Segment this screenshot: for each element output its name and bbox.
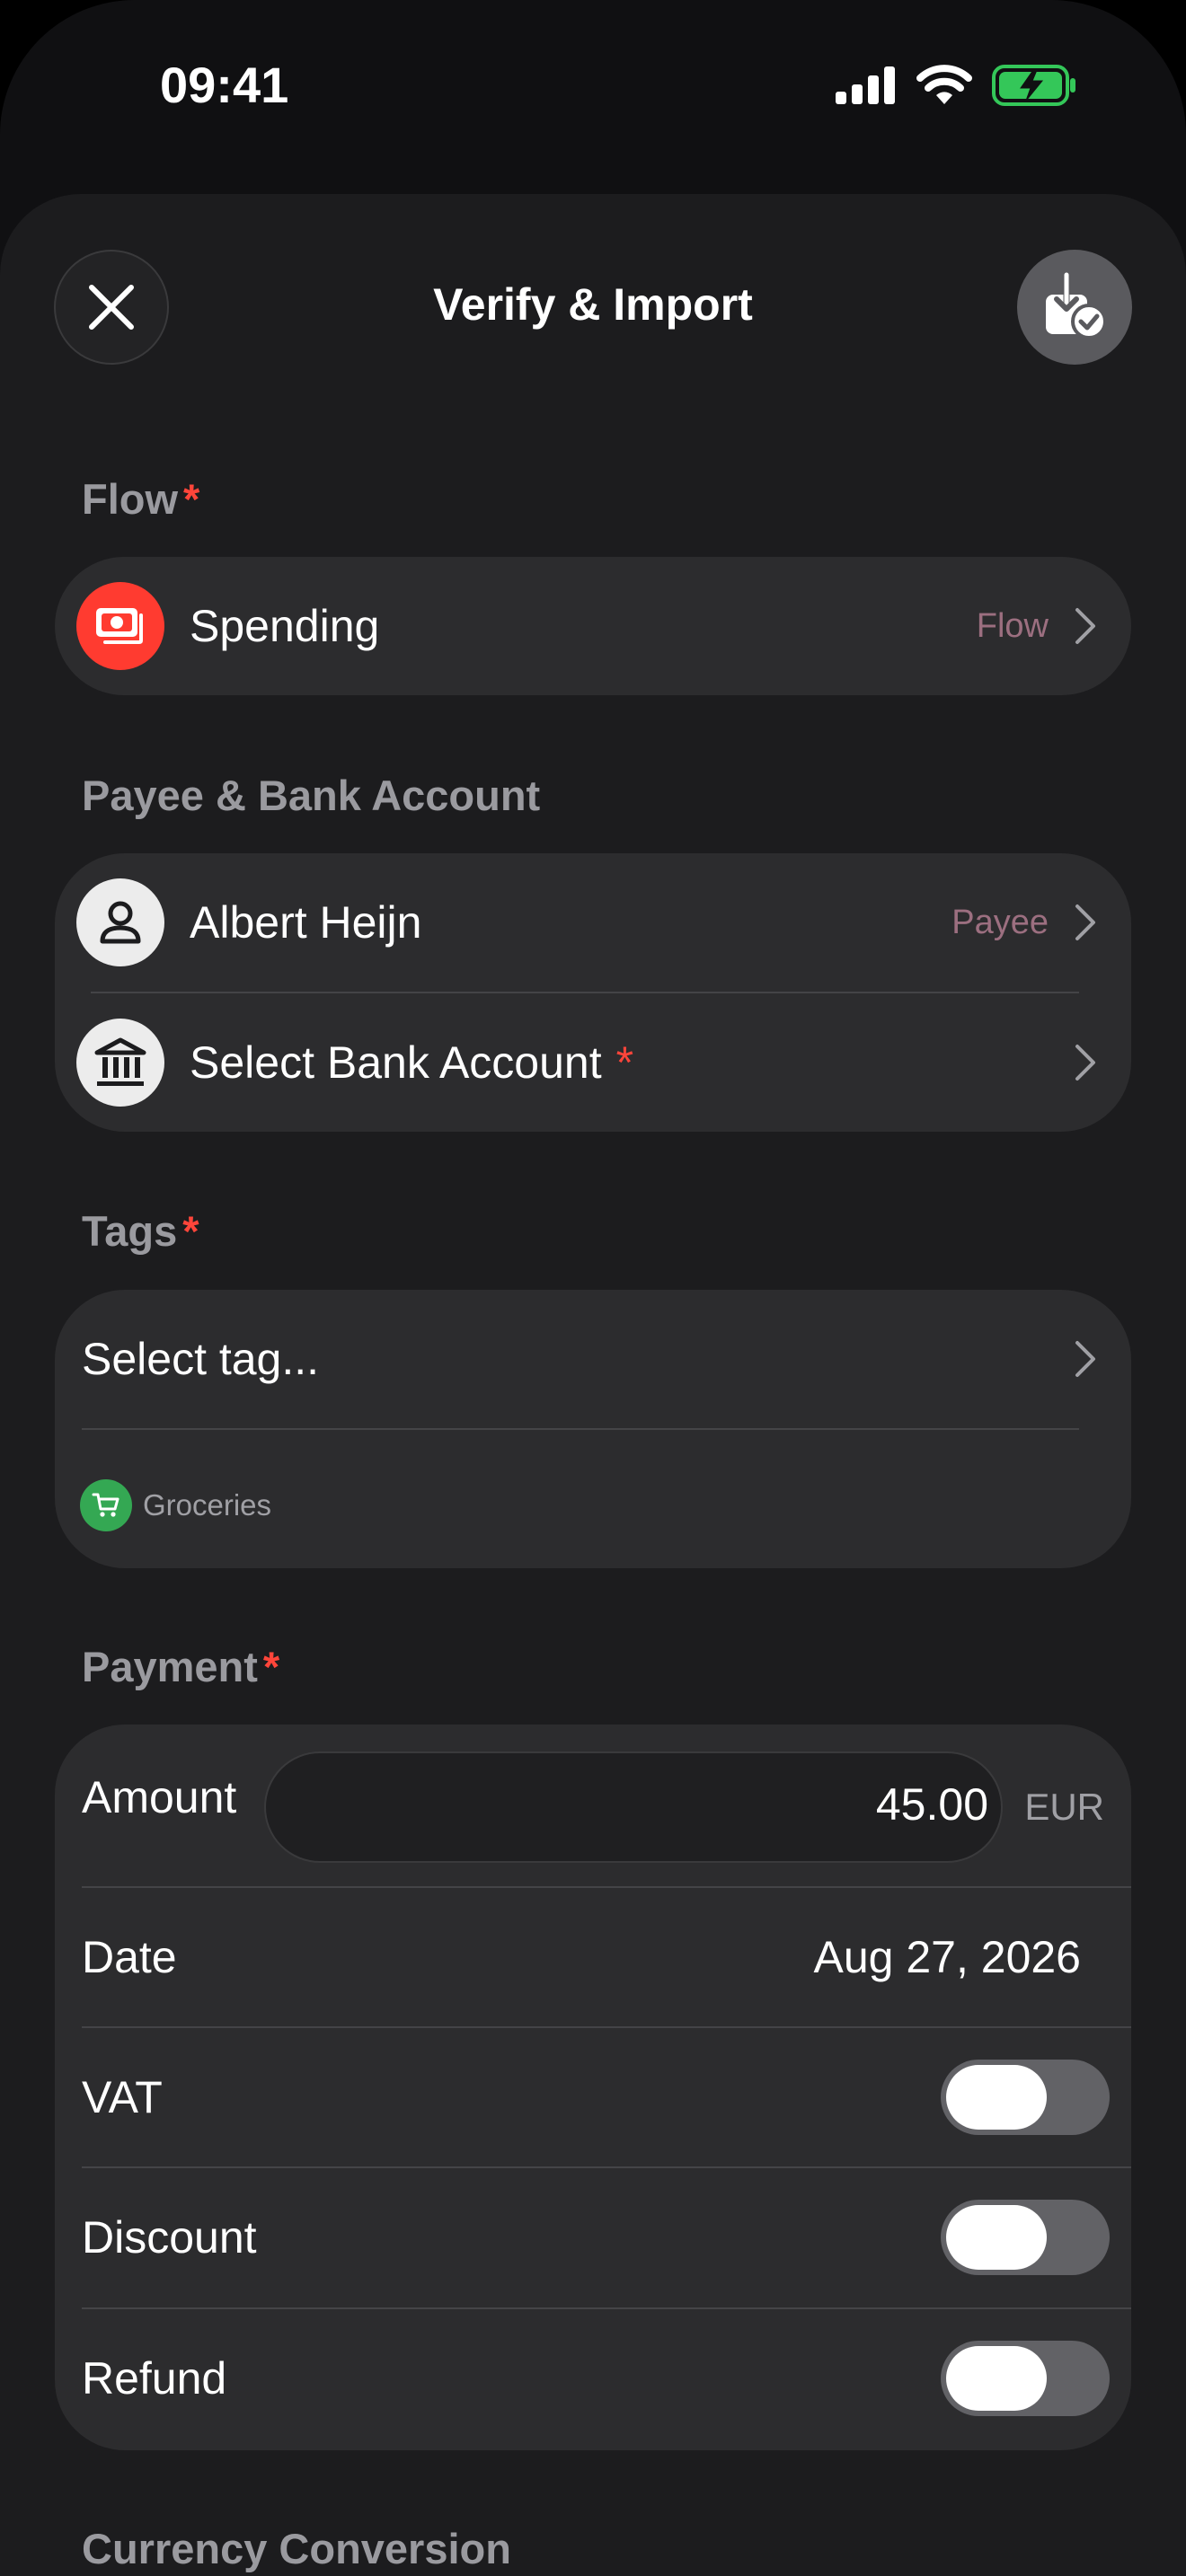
status-time: 09:41 xyxy=(160,57,289,113)
amount-input[interactable]: 45.00 xyxy=(264,1751,1003,1863)
bank-icon xyxy=(94,1037,146,1086)
person-icon xyxy=(100,901,141,944)
refund-row: Refund xyxy=(55,2308,1131,2448)
payee-hint: Payee xyxy=(951,903,1049,941)
chevron-right-icon xyxy=(1075,608,1095,644)
payee-row[interactable]: Albert Heijn Payee xyxy=(55,853,1131,992)
bank-account-row[interactable]: Select Bank Account * xyxy=(55,993,1131,1132)
device-screen: 09:41 Verify & Import Flow * Spending Fl… xyxy=(0,0,1186,2576)
flow-card: Spending Flow xyxy=(55,557,1131,695)
row-divider xyxy=(82,1428,1079,1430)
status-bar: 09:41 xyxy=(0,0,1186,180)
tags-label-text: Tags xyxy=(82,1207,178,1255)
discount-toggle[interactable] xyxy=(941,2200,1110,2275)
tag-chip-label: Groceries xyxy=(143,1488,272,1522)
wifi-icon xyxy=(916,65,972,104)
required-mark: * xyxy=(183,475,200,523)
select-tag-row[interactable]: Select tag... xyxy=(55,1290,1131,1428)
chevron-right-icon xyxy=(1075,904,1095,940)
flow-icon-badge xyxy=(76,582,164,670)
bank-icon-badge xyxy=(76,1019,164,1107)
toggle-knob xyxy=(946,2205,1047,2270)
required-mark: * xyxy=(182,1207,199,1255)
payee-bank-card: Albert Heijn Payee Select Bank Account * xyxy=(55,853,1131,1132)
sheet-title: Verify & Import xyxy=(433,279,753,330)
payment-label-text: Payment xyxy=(82,1643,258,1690)
battery-charging-icon xyxy=(992,65,1075,106)
cellular-signal-icon xyxy=(836,66,895,104)
vat-toggle[interactable] xyxy=(941,2060,1110,2135)
cart-icon xyxy=(92,1493,119,1517)
bank-account-label: Select Bank Account * xyxy=(190,1037,633,1089)
discount-label: Discount xyxy=(82,2212,257,2263)
tags-card: Select tag... Groceries xyxy=(55,1290,1131,1568)
currency-label: EUR xyxy=(1024,1786,1104,1828)
required-mark: * xyxy=(615,1037,634,1088)
tag-chip[interactable]: Groceries xyxy=(80,1478,271,1532)
discount-row: Discount xyxy=(55,2167,1131,2307)
chevron-right-icon xyxy=(1075,1045,1095,1081)
flow-hint: Flow xyxy=(976,606,1049,645)
verify-import-sheet: Verify & Import Flow * Spending Flow Pay… xyxy=(0,194,1186,2576)
tag-chip-icon-badge xyxy=(80,1479,132,1531)
flow-row[interactable]: Spending Flow xyxy=(55,557,1131,695)
money-icon xyxy=(96,608,143,644)
chevron-right-icon xyxy=(1075,1341,1095,1377)
refund-label: Refund xyxy=(82,2353,227,2404)
bank-account-text: Select Bank Account xyxy=(190,1037,602,1088)
payment-section-label: Payment * xyxy=(82,1642,279,1691)
amount-label: Amount xyxy=(82,1772,237,1822)
payee-value: Albert Heijn xyxy=(190,897,422,948)
currency-conversion-section-label: Currency Conversion xyxy=(82,2525,511,2572)
vat-row: VAT xyxy=(55,2027,1131,2167)
status-icons xyxy=(836,65,1076,106)
payment-card: Amount 45.00 EUR Date Aug 27, 2026 VAT D… xyxy=(55,1725,1131,2450)
import-button[interactable] xyxy=(1017,250,1132,365)
toggle-knob xyxy=(946,2065,1047,2130)
required-mark: * xyxy=(262,1643,280,1690)
flow-section-label: Flow * xyxy=(82,474,199,524)
flow-value: Spending xyxy=(190,601,380,651)
tags-section-label: Tags * xyxy=(82,1206,199,1256)
payee-icon-badge xyxy=(76,878,164,966)
date-label: Date xyxy=(82,1931,177,1982)
date-value[interactable]: Aug 27, 2026 xyxy=(814,1931,1082,1983)
amount-value: 45.00 xyxy=(875,1779,988,1830)
payee-bank-section-label: Payee & Bank Account xyxy=(82,772,541,819)
import-confirm-icon xyxy=(1046,271,1107,340)
flow-label-text: Flow xyxy=(82,475,179,523)
date-row[interactable]: Date Aug 27, 2026 xyxy=(55,1887,1131,2026)
refund-toggle[interactable] xyxy=(941,2341,1110,2416)
select-tag-label: Select tag... xyxy=(82,1334,320,1384)
toggle-knob xyxy=(946,2346,1047,2411)
vat-label: VAT xyxy=(82,2072,163,2122)
